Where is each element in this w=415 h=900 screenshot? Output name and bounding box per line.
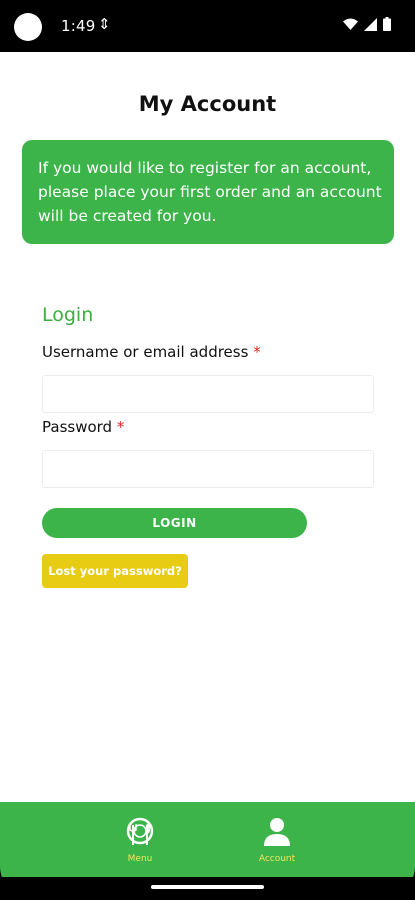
required-marker: * — [116, 418, 125, 436]
page-title: My Account — [138, 92, 277, 116]
status-time: 1:49 — [61, 17, 96, 35]
usb-icon: ⇕ — [98, 15, 111, 33]
lost-password-button[interactable]: Lost your password? — [42, 554, 188, 588]
user-icon — [264, 818, 290, 846]
username-label: Username or email address * — [42, 343, 261, 361]
status-bar: 1:49 ⇕ — [0, 0, 415, 52]
phone-frame: 1:49 ⇕ My Account If you would like to r… — [0, 0, 415, 900]
login-heading: Login — [42, 304, 94, 326]
bottom-nav: Menu Account — [0, 802, 415, 877]
registration-notice: If you would like to register for an acc… — [22, 140, 394, 244]
home-indicator[interactable] — [151, 885, 264, 889]
signal-icon — [364, 17, 377, 31]
nav-label-account: Account — [258, 854, 296, 864]
wifi-icon — [343, 18, 358, 30]
nav-item-menu[interactable]: Menu — [90, 802, 190, 877]
required-marker: * — [253, 343, 261, 361]
nav-label-menu: Menu — [127, 854, 153, 864]
account-screen: My Account If you would like to register… — [0, 52, 415, 802]
status-icons — [343, 17, 391, 31]
password-label-text: Password — [42, 418, 113, 436]
front-camera — [14, 13, 42, 41]
password-input[interactable] — [42, 450, 374, 488]
username-label-text: Username or email address — [42, 343, 249, 361]
username-input[interactable] — [42, 375, 374, 413]
login-button[interactable]: LOGIN — [42, 508, 307, 538]
gesture-area — [0, 877, 415, 900]
nav-item-account[interactable]: Account — [227, 802, 327, 877]
menu-plate-icon — [126, 817, 154, 845]
password-label: Password * — [42, 418, 124, 436]
battery-icon — [383, 17, 391, 31]
